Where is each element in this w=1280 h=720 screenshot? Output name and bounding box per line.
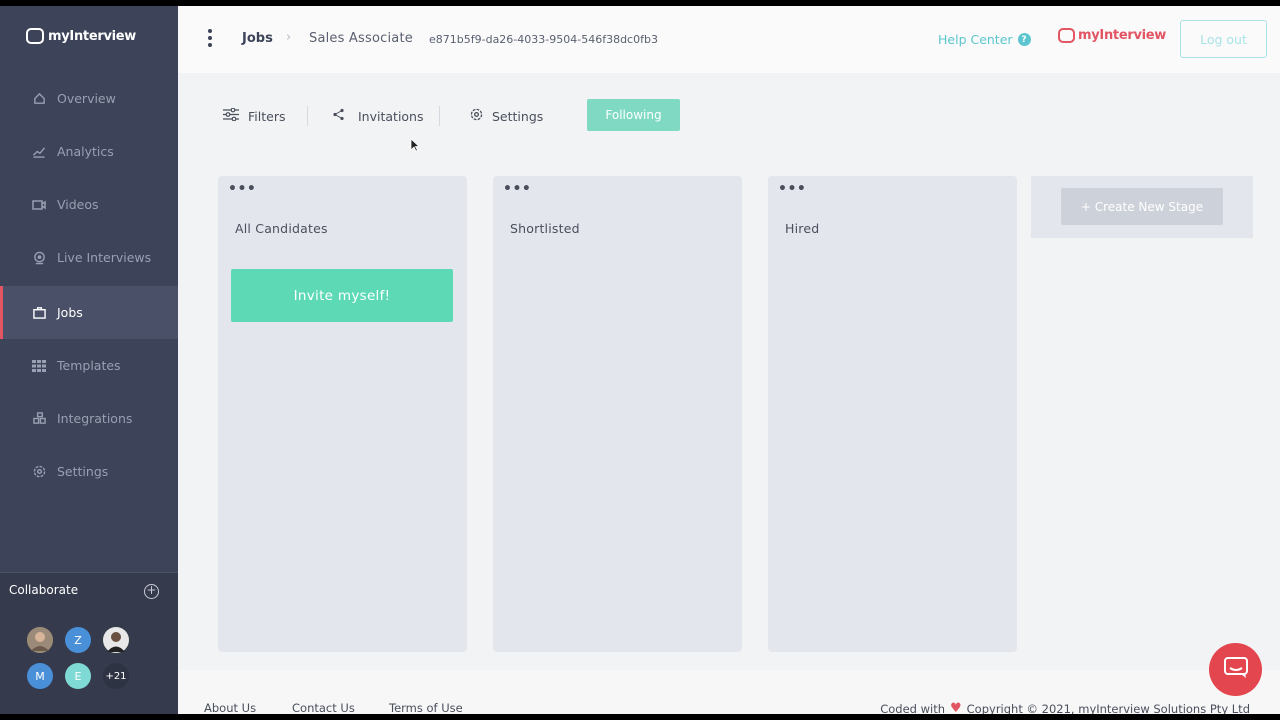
coded-with-text: Coded with bbox=[880, 701, 945, 715]
question-icon: ? bbox=[1017, 33, 1031, 46]
sidebar-item-videos[interactable]: Videos bbox=[0, 178, 178, 231]
filters-label: Filters bbox=[248, 108, 286, 124]
avatar[interactable] bbox=[27, 627, 53, 653]
share-icon bbox=[332, 108, 345, 124]
more-collaborators-badge[interactable]: +21 bbox=[103, 663, 129, 689]
sidebar-item-templates[interactable]: Templates bbox=[0, 339, 178, 392]
sidebar-item-label: Integrations bbox=[57, 411, 133, 426]
collaborate-panel: Collaborate + Z M E +21 bbox=[0, 572, 178, 714]
sidebar-item-label: Settings bbox=[57, 464, 109, 479]
gear-icon bbox=[470, 108, 483, 124]
logout-button[interactable]: Log out bbox=[1180, 20, 1267, 58]
invitations-button[interactable]: Invitations bbox=[332, 108, 424, 124]
brand-bubble-icon bbox=[1058, 28, 1075, 43]
sidebar-item-live-interviews[interactable]: Live Interviews bbox=[0, 231, 178, 284]
sidebar-item-label: Live Interviews bbox=[57, 250, 152, 265]
contact-us-link[interactable]: Contact Us bbox=[292, 701, 355, 714]
sidebar-item-overview[interactable]: Overview bbox=[0, 72, 178, 125]
sidebar: myInterview Overview Analytics Videos Li… bbox=[0, 6, 178, 714]
brand-text: myInterview bbox=[1078, 28, 1167, 43]
footer: About Us Contact Us Terms of Use Coded w… bbox=[178, 670, 1280, 714]
webcam-icon bbox=[32, 251, 46, 265]
invitations-label: Invitations bbox=[358, 108, 424, 124]
grid-icon bbox=[32, 359, 46, 373]
collaborate-title: Collaborate bbox=[9, 583, 79, 597]
home-icon bbox=[32, 92, 46, 106]
sidebar-item-label: Videos bbox=[57, 197, 99, 212]
app-window: myInterview Overview Analytics Videos Li… bbox=[0, 6, 1280, 714]
top-header: Jobs › Sales Associate e871b5f9-da26-403… bbox=[178, 6, 1280, 73]
about-us-link[interactable]: About Us bbox=[204, 701, 256, 714]
add-collaborator-icon[interactable]: + bbox=[144, 584, 159, 599]
settings-button[interactable]: Settings bbox=[470, 108, 543, 124]
sidebar-item-integrations[interactable]: Integrations bbox=[0, 392, 178, 445]
create-new-stage-button[interactable]: + Create New Stage bbox=[1061, 188, 1223, 225]
help-center-label: Help Center bbox=[938, 32, 1013, 47]
sidebar-item-label: Templates bbox=[57, 358, 121, 373]
invite-myself-button[interactable]: Invite myself! bbox=[231, 269, 453, 322]
sliders-icon bbox=[223, 107, 239, 124]
avatar[interactable]: Z bbox=[65, 627, 91, 653]
sidebar-logo[interactable]: myInterview bbox=[26, 28, 136, 44]
breadcrumb-jobs[interactable]: Jobs bbox=[242, 31, 273, 46]
following-button[interactable]: Following bbox=[587, 99, 680, 131]
sidebar-item-settings[interactable]: Settings bbox=[0, 445, 178, 498]
create-stage-panel: + Create New Stage bbox=[1031, 176, 1253, 238]
breadcrumb-job-title: Sales Associate bbox=[309, 31, 413, 46]
toolbar-divider bbox=[439, 106, 440, 126]
stage-title: All Candidates bbox=[235, 221, 328, 236]
brand-logo: myInterview bbox=[1058, 28, 1166, 43]
sidebar-item-label: Overview bbox=[57, 91, 116, 106]
job-id: e871b5f9-da26-4033-9504-546f38dc0fb3 bbox=[429, 33, 658, 46]
stage-column-shortlisted: ••• Shortlisted bbox=[493, 176, 742, 652]
stage-menu-icon[interactable]: ••• bbox=[503, 182, 531, 196]
stage-column-hired: ••• Hired bbox=[768, 176, 1017, 652]
gear-icon bbox=[32, 465, 46, 479]
stage-menu-icon[interactable]: ••• bbox=[778, 182, 806, 196]
briefcase-icon bbox=[32, 306, 46, 320]
stage-title: Hired bbox=[785, 221, 820, 236]
chat-icon bbox=[1223, 656, 1248, 683]
copyright-notice: Coded with ♥ Copyright © 2021, myIntervi… bbox=[880, 701, 1250, 714]
stage-menu-icon[interactable]: ••• bbox=[228, 182, 256, 196]
sidebar-item-jobs[interactable]: Jobs bbox=[0, 286, 178, 339]
avatar[interactable] bbox=[103, 627, 129, 653]
avatar[interactable]: E bbox=[65, 663, 91, 689]
sidebar-item-label: Analytics bbox=[57, 144, 114, 159]
logo-bubble-icon bbox=[26, 28, 44, 44]
sidebar-item-analytics[interactable]: Analytics bbox=[0, 125, 178, 178]
chat-launcher-button[interactable] bbox=[1209, 643, 1262, 696]
toolbar-divider bbox=[307, 106, 308, 126]
integrations-icon bbox=[32, 412, 46, 426]
filters-button[interactable]: Filters bbox=[223, 107, 286, 124]
chart-icon bbox=[32, 145, 46, 159]
video-icon bbox=[32, 198, 46, 212]
help-center-link[interactable]: Help Center ? bbox=[938, 32, 1031, 47]
heart-icon: ♥ bbox=[950, 701, 962, 714]
stage-title: Shortlisted bbox=[510, 221, 580, 236]
breadcrumb-separator-icon: › bbox=[286, 30, 292, 45]
avatar[interactable]: M bbox=[27, 663, 53, 689]
copyright-text: Copyright © 2021, myInterview Solutions … bbox=[966, 701, 1250, 715]
settings-label: Settings bbox=[492, 108, 544, 124]
terms-link[interactable]: Terms of Use bbox=[389, 701, 463, 714]
stage-column-all-candidates: ••• All Candidates Invite myself! bbox=[218, 176, 467, 652]
kebab-menu-icon[interactable] bbox=[207, 29, 213, 47]
mouse-cursor-icon bbox=[410, 137, 421, 156]
sidebar-item-label: Jobs bbox=[57, 305, 83, 320]
logo-text: myInterview bbox=[48, 28, 137, 44]
